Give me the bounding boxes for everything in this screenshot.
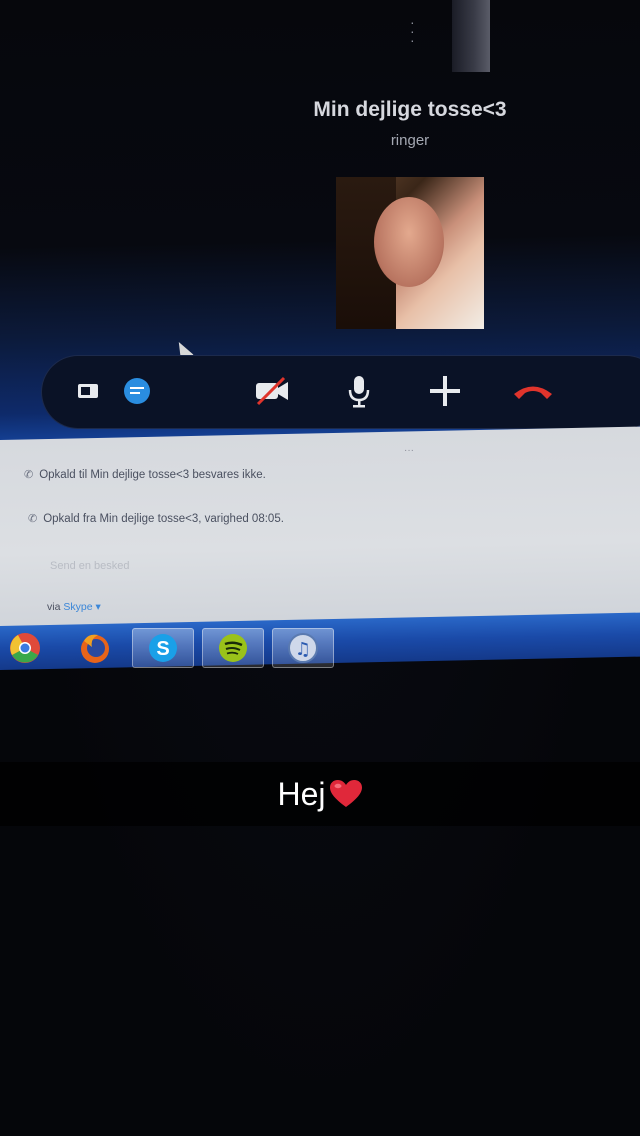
- hang-up-button[interactable]: [508, 373, 558, 409]
- taskbar-chrome[interactable]: [0, 628, 56, 668]
- caption-bar: Hej: [0, 762, 640, 826]
- hang-up-icon: [514, 386, 552, 399]
- heart-icon: [329, 780, 362, 807]
- mute-button[interactable]: [339, 373, 379, 409]
- caller-name: Min dejlige tosse<3: [313, 98, 507, 121]
- skype-icon: S: [149, 634, 177, 662]
- video-toggle-button[interactable]: [252, 373, 292, 409]
- caption-text: Hej: [277, 775, 326, 812]
- panel-resize-handle[interactable]: ···: [404, 446, 414, 456]
- phone-icon: ✆: [24, 469, 34, 481]
- screen-share-button[interactable]: [68, 373, 108, 409]
- svg-text:S: S: [156, 638, 169, 660]
- phone-icon: ✆: [28, 513, 38, 525]
- chat-button[interactable]: [117, 373, 157, 409]
- spotify-icon: [219, 634, 247, 662]
- add-icon: [430, 376, 460, 406]
- taskbar-skype[interactable]: S: [132, 628, 194, 668]
- conversation-panel: [0, 426, 640, 630]
- itunes-icon: ♫: [288, 633, 318, 663]
- svg-text:♫: ♫: [295, 639, 311, 660]
- chat-bubble-icon: [124, 378, 150, 404]
- chevron-down-icon: ▾: [95, 601, 101, 613]
- taskbar-firefox[interactable]: [64, 628, 126, 668]
- via-service-selector[interactable]: via Skype ▾: [47, 601, 101, 613]
- chrome-icon: [10, 633, 40, 663]
- screen-share-icon: [78, 384, 98, 398]
- caller-avatar: [336, 177, 484, 329]
- taskbar-spotify[interactable]: [202, 628, 264, 668]
- message-input[interactable]: Send en besked: [50, 560, 130, 572]
- taskbar-itunes[interactable]: ♫: [272, 628, 334, 668]
- chat-message: ✆ Opkald til Min dejlige tosse<3 besvares…: [24, 469, 266, 481]
- self-video-preview: [452, 0, 490, 72]
- firefox-icon: [81, 634, 109, 663]
- more-options-icon[interactable]: · · ·: [410, 15, 418, 47]
- microphone-icon: [348, 376, 370, 408]
- call-status: ringer: [390, 132, 430, 149]
- video-off-icon: [256, 376, 288, 406]
- add-participant-button[interactable]: [425, 373, 465, 409]
- chat-message: ✆ Opkald fra Min dejlige tosse<3, varighe…: [28, 513, 284, 525]
